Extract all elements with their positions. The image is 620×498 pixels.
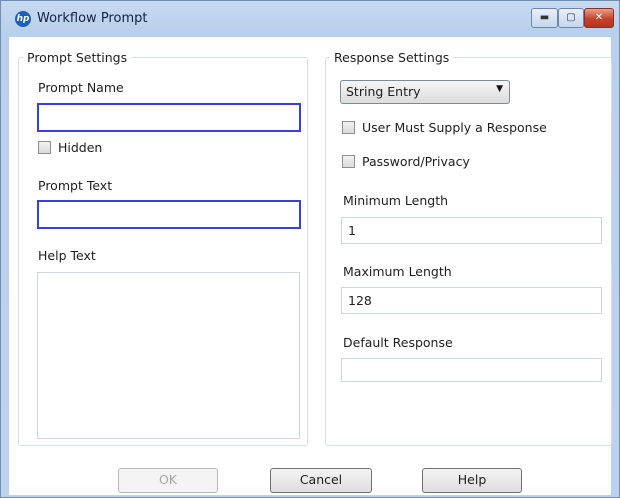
window-title: Workflow Prompt [37, 11, 148, 26]
hp-logo-icon: hp [15, 11, 31, 27]
maximum-length-label: Maximum Length [343, 264, 452, 279]
cancel-button[interactable]: Cancel [270, 468, 372, 493]
prompt-text-input[interactable] [37, 200, 301, 229]
response-type-dropdown[interactable]: String Entry ▼ [340, 80, 510, 104]
password-privacy-label: Password/Privacy [362, 154, 470, 169]
prompt-settings-legend: Prompt Settings [27, 50, 128, 65]
maximize-button[interactable]: ▢ [558, 8, 584, 28]
ok-button[interactable]: OK [118, 468, 218, 493]
response-type-value: String Entry [346, 84, 421, 99]
maximize-icon: ▢ [566, 12, 576, 23]
prompt-name-input[interactable] [37, 103, 301, 132]
help-button[interactable]: Help [422, 468, 522, 493]
minimum-length-input[interactable] [341, 217, 602, 244]
user-must-supply-label: User Must Supply a Response [362, 120, 547, 135]
help-text-label: Help Text [38, 248, 96, 263]
hidden-checkbox[interactable] [38, 141, 51, 154]
title-bar[interactable]: hp Workflow Prompt ▬ ▢ ✕ [1, 1, 619, 37]
response-settings-legend: Response Settings [334, 50, 450, 65]
prompt-text-label: Prompt Text [38, 178, 113, 193]
minimize-button[interactable]: ▬ [531, 8, 558, 28]
close-button[interactable]: ✕ [584, 8, 614, 28]
default-response-label: Default Response [343, 335, 453, 350]
default-response-input[interactable] [341, 358, 602, 382]
hidden-label: Hidden [58, 140, 103, 155]
prompt-name-label: Prompt Name [38, 80, 124, 95]
response-settings-group: Response Settings [325, 50, 612, 446]
dropdown-arrow-icon: ▼ [496, 84, 503, 94]
minimum-length-label: Minimum Length [343, 193, 449, 208]
minimize-icon: ▬ [539, 12, 550, 23]
password-privacy-checkbox[interactable] [342, 155, 355, 168]
close-icon: ✕ [594, 12, 604, 23]
maximum-length-input[interactable] [341, 287, 602, 314]
help-text-area[interactable] [37, 272, 300, 439]
user-must-supply-checkbox[interactable] [342, 121, 355, 134]
